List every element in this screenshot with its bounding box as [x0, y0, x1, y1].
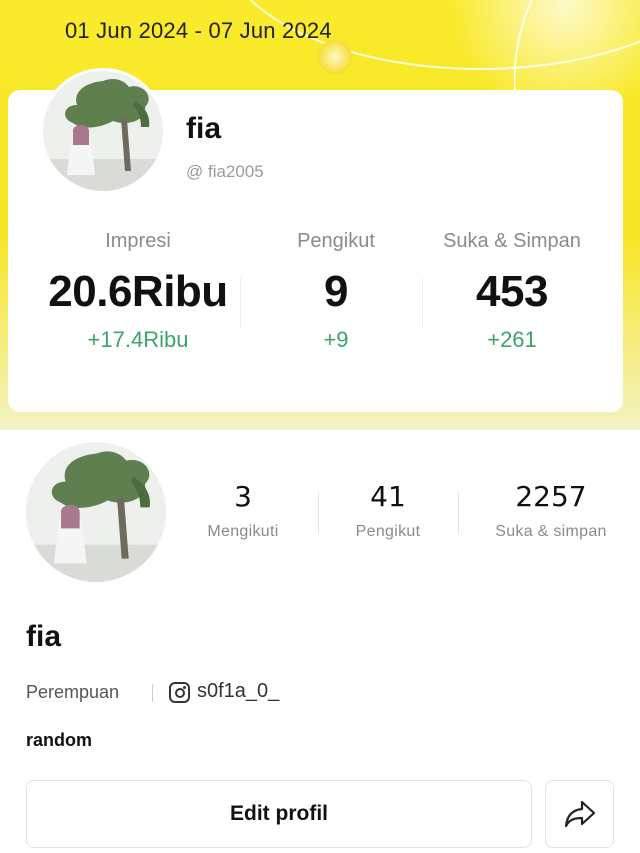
edit-profile-button[interactable]: Edit profil — [26, 780, 532, 848]
metric-impresi[interactable]: Impresi 20.6Ribu +17.4Ribu — [38, 230, 238, 353]
metric-suka-simpan[interactable]: Suka & Simpan 453 +261 — [412, 230, 612, 353]
card-username: fia — [186, 112, 222, 145]
share-button[interactable] — [545, 780, 614, 848]
metric-pengikut[interactable]: Pengikut 9 +9 — [236, 230, 436, 353]
stat-value: 41 — [370, 480, 406, 513]
avatar[interactable] — [40, 68, 166, 194]
divider — [458, 492, 459, 534]
card-handle: @ fia2005 — [186, 162, 264, 181]
stats-card: fia @ fia2005 Impresi 20.6Ribu +17.4Ribu… — [8, 68, 623, 412]
gender-label: Perempuan — [26, 682, 120, 702]
stat-label: Suka & simpan — [495, 523, 607, 540]
edit-profile-label: Edit profil — [230, 802, 328, 825]
stat-value: 3 — [234, 480, 252, 513]
avatar-photo — [26, 442, 166, 582]
stat-value: 2257 — [515, 480, 587, 513]
stat-mengikuti[interactable]: 3 Mengikuti — [178, 480, 308, 541]
stat-pengikut[interactable]: 41 Pengikut — [323, 480, 453, 541]
metric-delta: +17.4Ribu — [87, 327, 189, 352]
metric-delta: +261 — [487, 327, 537, 352]
metric-delta: +9 — [323, 327, 349, 352]
divider — [318, 492, 319, 534]
metric-label: Pengikut — [297, 230, 375, 252]
metric-value: 453 — [476, 267, 548, 316]
profile-avatar[interactable] — [26, 442, 166, 582]
metric-label: Suka & Simpan — [443, 230, 581, 252]
profile-name: fia — [26, 620, 62, 653]
share-icon — [564, 800, 595, 828]
stat-label: Pengikut — [355, 523, 421, 540]
metric-label: Impresi — [105, 230, 171, 252]
banner-decoration-dot — [318, 40, 352, 74]
stat-suka-simpan[interactable]: 2257 Suka & simpan — [486, 480, 616, 541]
metric-value: 9 — [324, 267, 348, 316]
date-range[interactable]: 01 Jun 2024 - 07 Jun 2024 — [65, 18, 332, 44]
stat-label: Mengikuti — [207, 523, 279, 540]
instagram-icon[interactable] — [169, 682, 190, 703]
instagram-handle[interactable]: s0f1a_0_ — [197, 680, 279, 703]
bio-text: random — [26, 730, 93, 750]
avatar-photo — [43, 71, 163, 191]
metric-value: 20.6Ribu — [48, 267, 228, 316]
divider — [152, 684, 153, 702]
